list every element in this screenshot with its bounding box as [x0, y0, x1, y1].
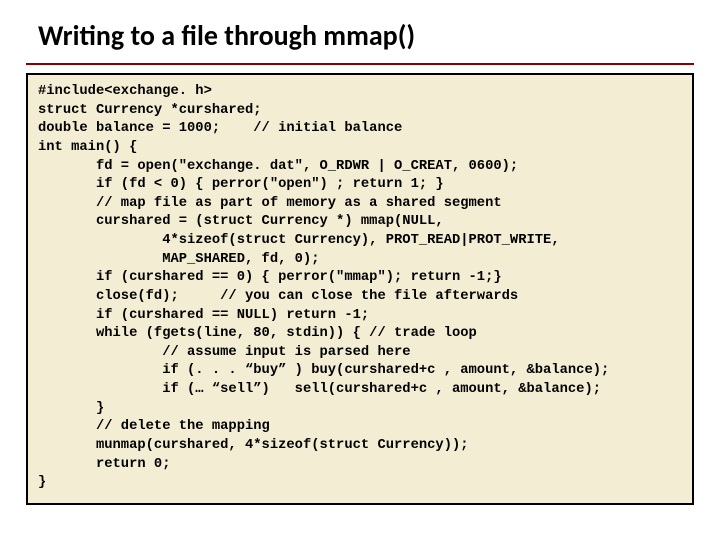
- slide-title: Writing to a file through mmap(): [38, 18, 702, 53]
- code-block: #include<exchange. h> struct Currency *c…: [26, 73, 694, 505]
- slide: Writing to a file through mmap() #includ…: [0, 0, 720, 540]
- title-underline: [26, 63, 694, 65]
